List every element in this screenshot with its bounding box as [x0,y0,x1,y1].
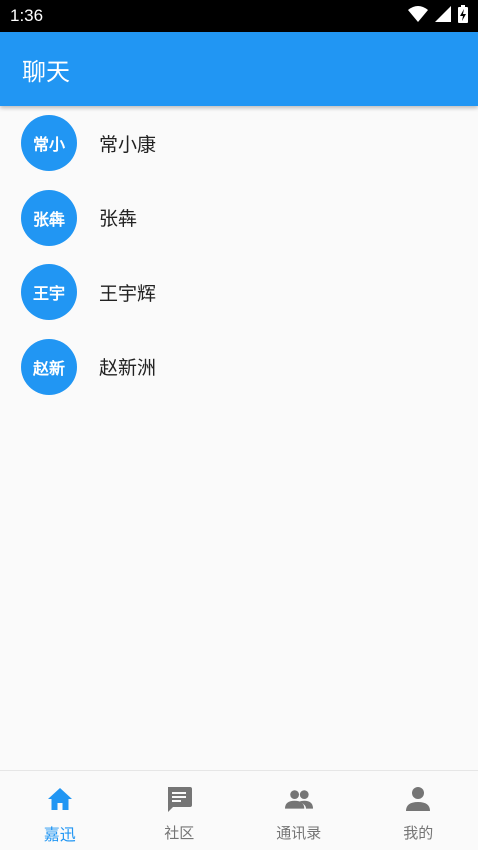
bottom-navigation: 嘉迅 社区 通讯录 我的 [0,770,478,850]
nav-item-home[interactable]: 嘉迅 [0,771,120,850]
contact-name: 王宇辉 [99,282,157,305]
avatar: 王宇 [21,264,77,321]
avatar: 张犇 [21,189,77,246]
avatar: 常小 [21,115,77,172]
contact-name: 赵新洲 [99,357,157,380]
wifi-icon [408,6,428,26]
status-bar: 1:36 [0,0,478,32]
battery-charging-icon [458,5,468,27]
contact-name: 张犇 [99,208,138,231]
nav-label-community: 社区 [164,824,195,842]
avatar: 赵新 [21,338,77,395]
chat-list-item[interactable]: 王宇 王宇辉 [0,255,478,330]
nav-item-profile[interactable]: 我的 [359,771,478,850]
chat-list: 常小 常小康 张犇 张犇 王宇 王宇辉 赵新 赵新洲 [0,106,478,404]
chat-list-item[interactable]: 赵新 赵新洲 [0,330,478,405]
nav-item-contacts[interactable]: 通讯录 [239,771,359,850]
home-icon [46,785,74,813]
nav-item-community[interactable]: 社区 [120,771,240,850]
nav-label-contacts: 通讯录 [276,824,322,842]
status-icons [408,5,468,27]
chat-list-item[interactable]: 张犇 张犇 [0,181,478,256]
people-icon [284,785,313,813]
message-icon [165,785,193,813]
person-icon [404,785,432,813]
page-title: 聊天 [22,57,70,86]
status-time: 1:36 [10,6,44,25]
nav-label-profile: 我的 [403,824,434,842]
nav-label-home: 嘉迅 [43,825,76,844]
app-bar: 聊天 [0,32,478,106]
contact-name: 常小康 [99,133,157,156]
cellular-signal-icon [435,6,451,26]
chat-list-item[interactable]: 常小 常小康 [0,106,478,181]
